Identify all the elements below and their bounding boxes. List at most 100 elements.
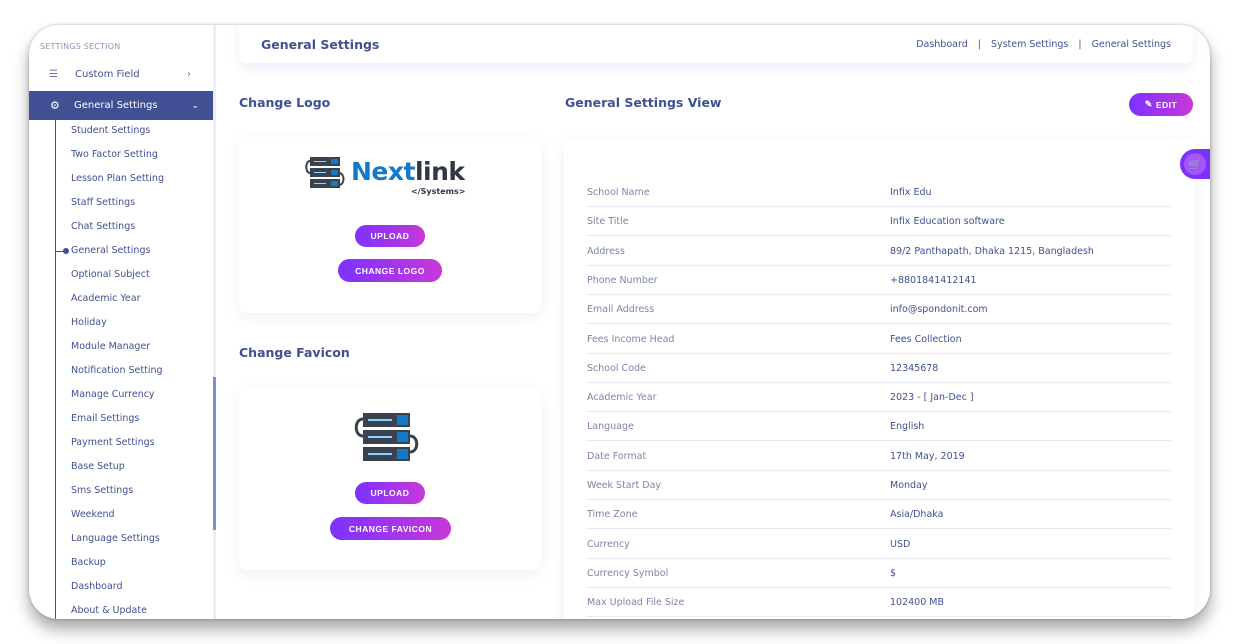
- submenu-line: [55, 120, 56, 619]
- settings-view-title: General Settings View: [565, 95, 722, 110]
- setting-value: 12345678: [890, 362, 939, 374]
- edit-button[interactable]: ✎ EDIT: [1129, 93, 1193, 116]
- page-header: General Settings Dashboard | System Sett…: [239, 25, 1193, 63]
- sidebar-item-custom-field[interactable]: ☰ Custom Field ›: [43, 65, 209, 83]
- submenu-item[interactable]: Holiday: [71, 315, 164, 339]
- change-logo-title: Change Logo: [239, 95, 331, 110]
- submenu-list: Student Settings Two Factor Setting Lesson…: [55, 123, 164, 619]
- breadcrumb-system-settings[interactable]: System Settings: [991, 39, 1068, 50]
- chevron-down-icon: ⌄: [191, 100, 199, 111]
- table-row: Max Upload File Size 102400 MB: [586, 588, 1171, 618]
- upload-logo-button[interactable]: UPLOAD: [355, 225, 425, 247]
- logo-wordmark: Nextlink: [351, 157, 465, 186]
- submenu-item[interactable]: Sms Settings: [71, 483, 164, 507]
- logo-subtitle: </Systems>: [411, 187, 466, 196]
- sidebar-item-general-settings[interactable]: ⚙ General Settings ⌄: [29, 91, 213, 120]
- setting-key: School Name: [587, 187, 650, 198]
- sidebar-item-label: General Settings: [74, 100, 158, 111]
- table-row: Academic Year 2023 - [ Jan-Dec ]: [586, 383, 1171, 413]
- submenu-item[interactable]: Lesson Plan Setting: [71, 171, 164, 195]
- submenu-item[interactable]: Notification Setting: [71, 363, 164, 387]
- setting-key: Phone Number: [587, 274, 658, 286]
- setting-value: $: [890, 567, 897, 579]
- table-row: Fees Income Head Fees Collection: [586, 325, 1171, 354]
- submenu-item[interactable]: Dashboard: [71, 579, 164, 603]
- table-row: Phone Number +8801841412141: [586, 266, 1171, 295]
- setting-key: Fees Income Head: [587, 333, 675, 345]
- breadcrumb: Dashboard | System Settings | General Se…: [916, 39, 1171, 50]
- setting-value: 2023 - [ Jan-Dec ]: [890, 392, 974, 404]
- submenu-item[interactable]: Base Setup: [71, 459, 164, 483]
- app-window: SETTINGS SECTION ☰ Custom Field › ⚙ Gene…: [29, 25, 1210, 619]
- setting-value: 17th May, 2019: [890, 450, 965, 462]
- cart-icon: 🛒: [1184, 153, 1206, 175]
- setting-value: Infix Edu: [890, 187, 932, 198]
- chevron-right-icon: ›: [187, 68, 191, 80]
- setting-key: Address: [587, 245, 625, 257]
- change-favicon-title: Change Favicon: [239, 345, 350, 360]
- submenu-item[interactable]: Email Settings: [71, 411, 164, 435]
- submenu-item[interactable]: Chat Settings: [71, 219, 164, 243]
- page-title: General Settings: [261, 37, 380, 52]
- edit-icon: ✎: [1144, 99, 1153, 109]
- submenu-item[interactable]: Backup: [71, 555, 164, 579]
- setting-key: Date Format: [587, 450, 647, 462]
- setting-key: Week Start Day: [587, 480, 662, 491]
- favicon-card: UPLOAD CHANGE FAVICON: [239, 388, 541, 570]
- submenu-item[interactable]: Optional Subject: [71, 267, 164, 291]
- submenu-item[interactable]: General Settings: [55, 243, 164, 267]
- logo-card: Nextlink </Systems> UPLOAD CHANGE LOGO: [239, 137, 541, 313]
- server-favicon-icon: [354, 413, 419, 461]
- setting-key: Max Upload File Size: [587, 597, 685, 609]
- submenu-item[interactable]: About & Update: [71, 603, 164, 619]
- upload-favicon-button[interactable]: UPLOAD: [355, 482, 425, 504]
- submenu-item[interactable]: Staff Settings: [71, 195, 164, 219]
- table-row: School Name Infix Edu: [586, 178, 1171, 207]
- setting-value: 102400 MB: [890, 597, 944, 609]
- submenu-item[interactable]: Payment Settings: [71, 435, 164, 459]
- breadcrumb-dashboard[interactable]: Dashboard: [916, 39, 968, 50]
- setting-value: Asia/Dhaka: [890, 509, 944, 521]
- cart-button[interactable]: 🛒: [1180, 149, 1210, 179]
- table-row: Language English: [586, 412, 1171, 442]
- setting-key: Academic Year: [587, 392, 657, 404]
- breadcrumb-general-settings[interactable]: General Settings: [1092, 39, 1171, 50]
- submenu-item[interactable]: Manage Currency: [71, 387, 164, 411]
- setting-value: +8801841412141: [890, 274, 977, 286]
- settings-table: School Name Infix Edu Site Title Infix Educ…: [564, 138, 1194, 619]
- gears-icon: ⚙: [50, 99, 60, 112]
- setting-value: info@spondonit.com: [890, 304, 988, 316]
- table-row: Time Zone Asia/Dhaka: [586, 500, 1171, 530]
- table-row: School Code 12345678: [586, 354, 1171, 383]
- setting-value: 89/2 Panthapath, Dhaka 1215, Bangladesh: [890, 245, 1094, 257]
- form-icon: ☰: [49, 68, 58, 80]
- submenu-item[interactable]: Academic Year: [71, 291, 164, 315]
- setting-key: Language: [587, 421, 634, 433]
- setting-value: English: [890, 421, 925, 433]
- change-favicon-button[interactable]: CHANGE FAVICON: [330, 517, 451, 540]
- change-logo-button[interactable]: CHANGE LOGO: [338, 259, 442, 282]
- breadcrumb-separator: |: [1078, 39, 1082, 50]
- submenu-item[interactable]: Two Factor Setting: [71, 147, 164, 171]
- table-row: Date Format 17th May, 2019: [586, 442, 1171, 471]
- submenu-item[interactable]: Student Settings: [71, 123, 164, 147]
- table-row: Week Start Day Monday: [586, 471, 1171, 500]
- setting-key: Currency: [587, 538, 630, 550]
- sidebar-scrollbar[interactable]: [213, 377, 216, 530]
- setting-value: Infix Education software: [890, 216, 1005, 228]
- table-row: Site Title Infix Education software: [586, 207, 1171, 237]
- table-row: Email Address info@spondonit.com: [586, 295, 1171, 325]
- table-row: Multiple Roll NumberDisable: [586, 618, 1171, 620]
- setting-key: Site Title: [587, 216, 629, 228]
- table-row: Currency Symbol $: [586, 559, 1171, 588]
- submenu-item[interactable]: Weekend: [71, 507, 164, 531]
- submenu-item[interactable]: Language Settings: [71, 531, 164, 555]
- setting-key: Time Zone: [587, 509, 638, 521]
- setting-key: School Code: [587, 362, 646, 374]
- setting-value: USD: [890, 538, 911, 550]
- submenu-item[interactable]: Module Manager: [71, 339, 164, 363]
- table-row: Currency USD: [586, 530, 1171, 559]
- setting-value: Monday: [890, 480, 928, 491]
- server-logo-icon: [305, 157, 345, 188]
- breadcrumb-separator: |: [977, 39, 981, 50]
